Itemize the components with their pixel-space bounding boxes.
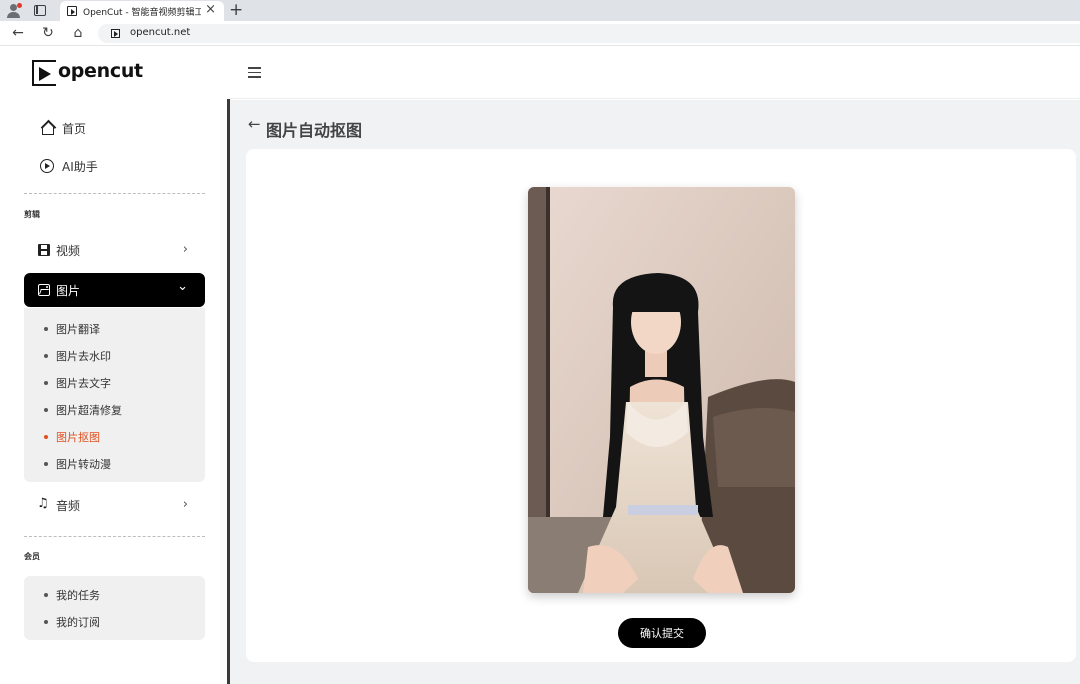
chevron-down-icon: ⌄ [177, 279, 188, 294]
upload-card: 确认提交 [246, 149, 1076, 662]
browser-tab[interactable]: OpenCut - 智能音视频剪辑工具 × [60, 1, 224, 21]
member-my-tasks[interactable]: 我的任务 [44, 587, 100, 603]
reload-icon[interactable]: ↻ [39, 24, 57, 42]
browser-toolbar: ← ↻ ⌂ opencut.net [0, 21, 1080, 46]
logo-text: opencut [58, 60, 143, 82]
tab-title: OpenCut - 智能音视频剪辑工具 [83, 8, 201, 18]
site-favicon-icon [111, 29, 120, 38]
member-panel [24, 576, 205, 640]
menu-video-label: 视频 [56, 243, 81, 258]
site-favicon-icon [67, 6, 77, 16]
home-icon[interactable]: ⌂ [69, 24, 87, 42]
submenu-image-cutout[interactable]: 图片抠图 [44, 429, 100, 445]
browser-tabstrip: OpenCut - 智能音视频剪辑工具 × + [0, 0, 1080, 21]
tab-overview-icon[interactable] [34, 5, 46, 16]
home-icon [40, 121, 54, 135]
divider [24, 536, 205, 537]
play-circle-icon [40, 159, 54, 173]
back-icon[interactable]: ← [9, 24, 27, 42]
menu-image[interactable]: 图片 ⌄ [24, 273, 205, 307]
sidebar: opencut 首页 AI助手 剪辑 视频 › 图片 ⌄ 图片翻译 图片去水印 … [0, 47, 228, 684]
submenu-image-translate[interactable]: 图片翻译 [44, 321, 100, 337]
back-arrow-icon[interactable]: ← [248, 115, 261, 133]
menu-audio-label: 音频 [56, 498, 81, 513]
menu-video[interactable]: 视频 › [24, 233, 205, 267]
member-my-subscription[interactable]: 我的订阅 [44, 614, 100, 630]
submit-button[interactable]: 确认提交 [618, 618, 706, 648]
film-icon [38, 244, 50, 256]
divider [24, 193, 205, 194]
new-tab-icon[interactable]: + [229, 0, 243, 20]
page-title: 图片自动抠图 [266, 121, 363, 140]
submenu-image-remove-text[interactable]: 图片去文字 [44, 375, 111, 391]
submenu-image-remove-watermark[interactable]: 图片去水印 [44, 348, 111, 364]
tab-close-icon[interactable]: × [205, 3, 216, 17]
url-text[interactable]: opencut.net [130, 27, 190, 38]
menu-toggle-icon[interactable] [248, 67, 261, 78]
nav-ai-assistant-label: AI助手 [62, 159, 98, 174]
logo-play-icon [32, 60, 56, 86]
nav-home[interactable]: 首页 [40, 118, 86, 138]
app-topbar [230, 47, 1080, 99]
menu-image-label: 图片 [56, 283, 81, 298]
chevron-right-icon: › [182, 242, 188, 257]
nav-home-label: 首页 [62, 121, 87, 136]
nav-ai-assistant[interactable]: AI助手 [40, 156, 98, 176]
submenu-image-to-anime[interactable]: 图片转动漫 [44, 456, 111, 472]
image-icon [38, 284, 50, 296]
section-label-edit: 剪辑 [24, 210, 40, 219]
uploaded-image-preview[interactable] [528, 187, 795, 593]
address-bar[interactable]: opencut.net [98, 24, 1080, 43]
main-content: ← 图片自动抠图 确认提交 [230, 100, 1080, 684]
section-label-member: 会员 [24, 552, 40, 561]
profile-icon[interactable] [6, 3, 22, 19]
submenu-image-upscale[interactable]: 图片超清修复 [44, 402, 122, 418]
music-icon [37, 496, 50, 511]
chevron-right-icon: › [182, 497, 188, 512]
menu-audio[interactable]: 音频 › [24, 488, 205, 522]
